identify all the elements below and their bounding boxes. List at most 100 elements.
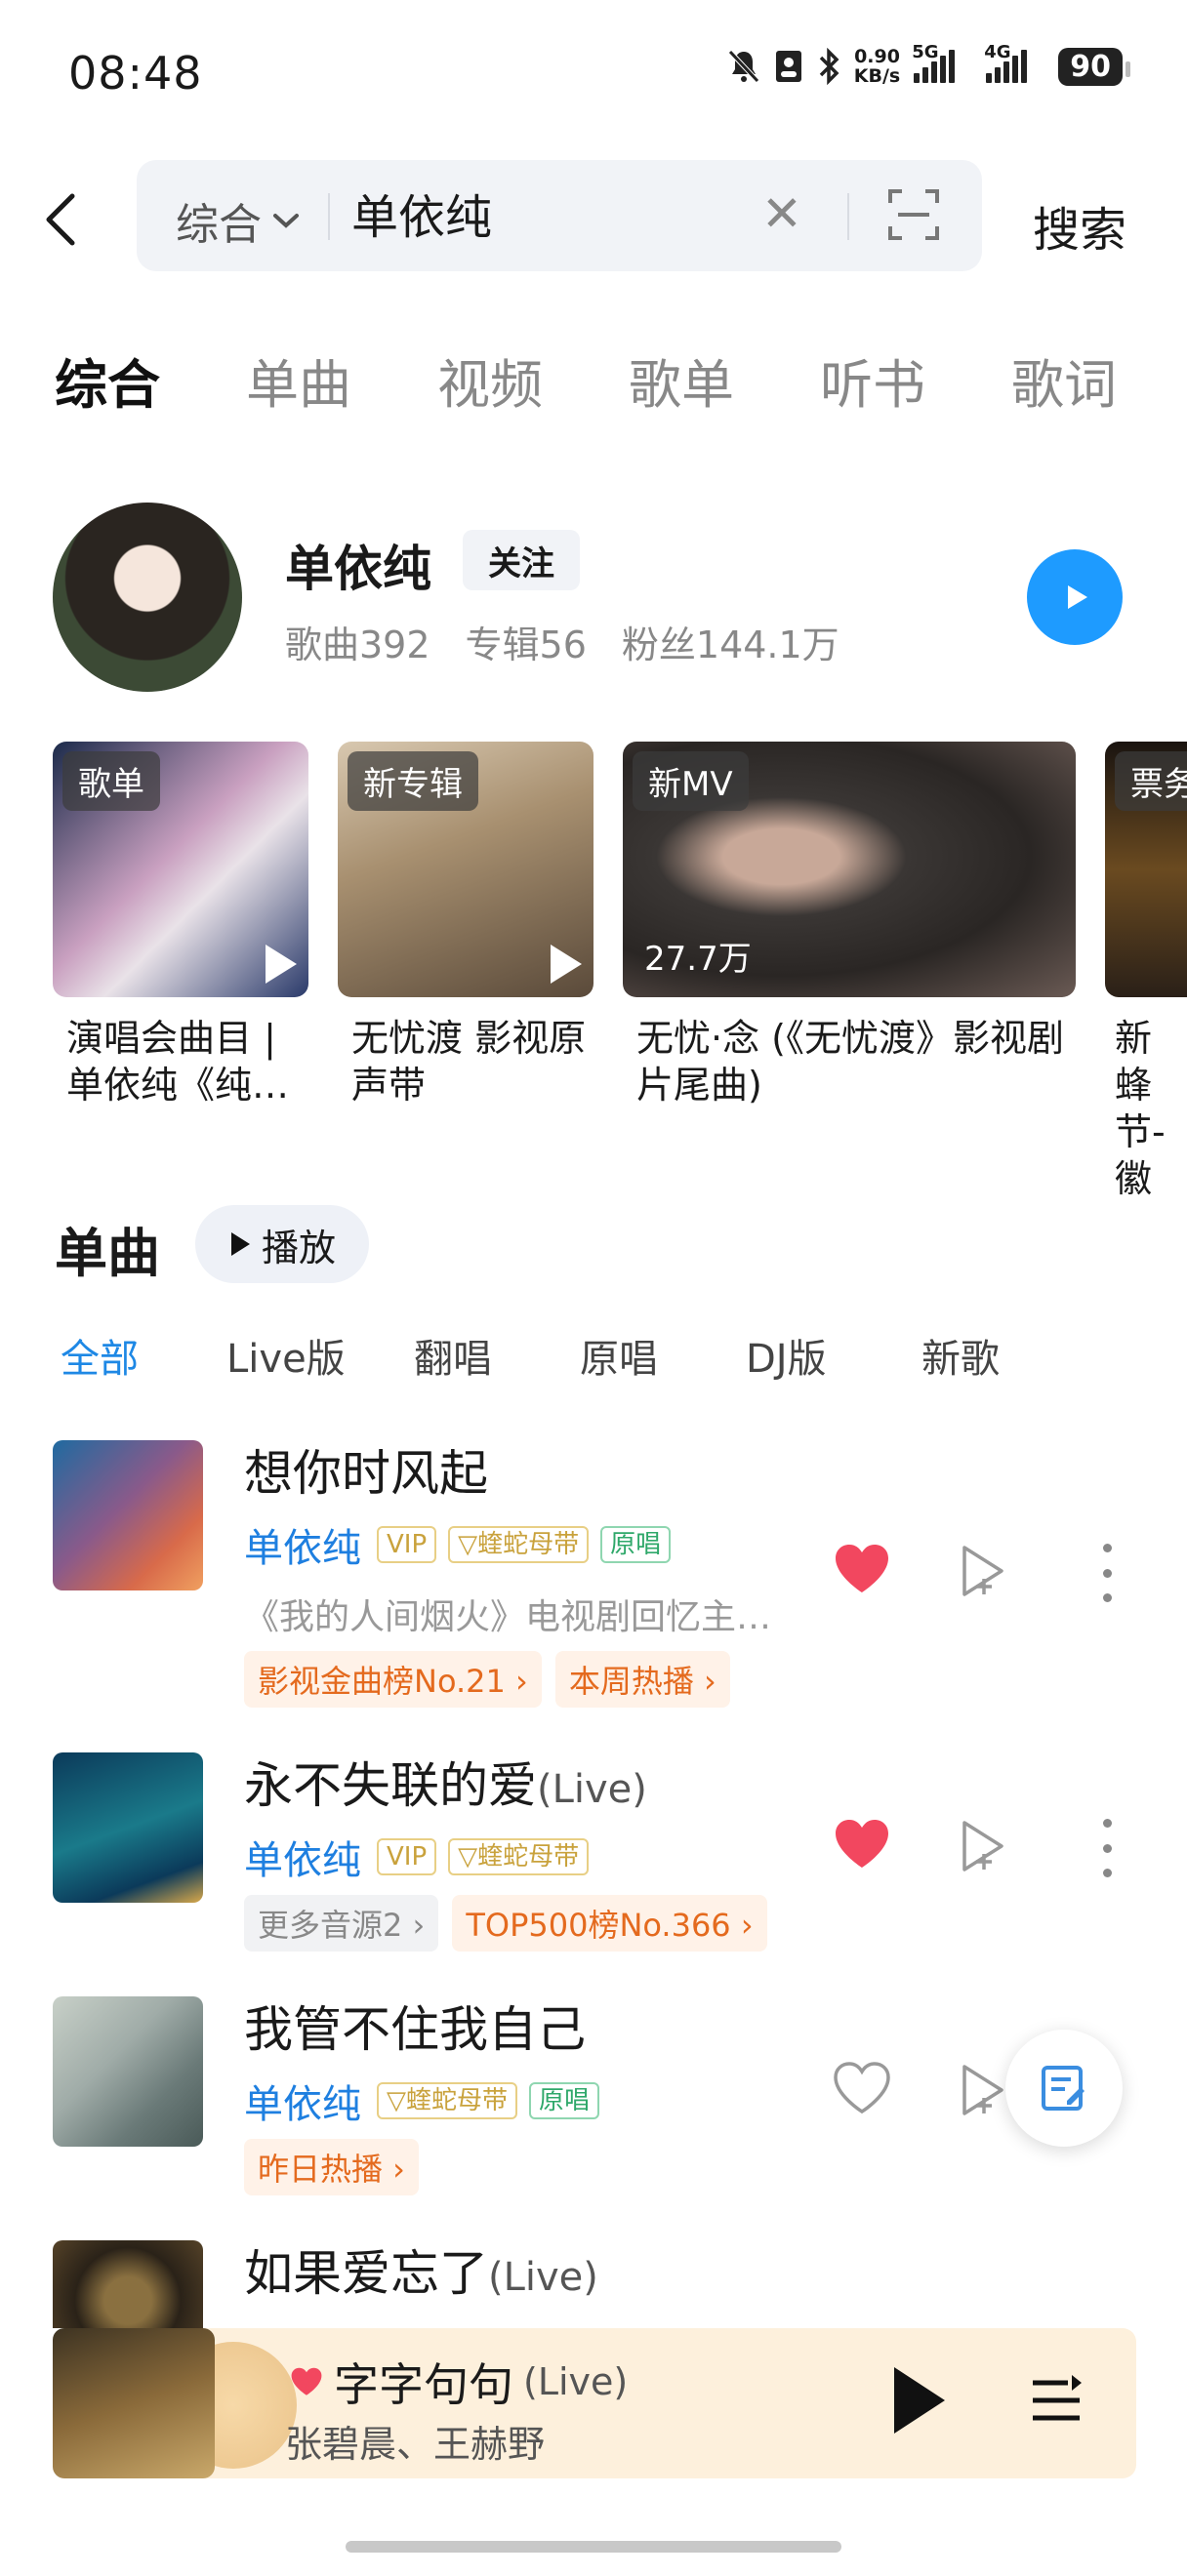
search-button[interactable]: 搜索 xyxy=(1033,191,1126,260)
master-tape-badge: ▽蝰蛇母带 xyxy=(448,1526,590,1563)
hot-chip[interactable]: 昨日热播 › xyxy=(244,2139,419,2195)
song-filters: 全部 Live版 翻唱 原唱 DJ版 新歌 xyxy=(61,1327,1000,1384)
artist-play-button[interactable] xyxy=(1027,549,1123,645)
mute-bell-icon xyxy=(727,50,759,83)
player-cover[interactable] xyxy=(53,2328,215,2478)
edit-note-button[interactable] xyxy=(1005,2030,1123,2147)
song-artist[interactable]: 单依纯 xyxy=(244,1829,361,1885)
card-new-mv[interactable]: 新MV 27.7万 无忧·念 (《无忧渡》影视剧片尾曲) xyxy=(623,742,1076,1108)
song-chips: 影视金曲榜No.21 › 本周热播 › xyxy=(244,1651,730,1708)
tab-audiobooks[interactable]: 听书 xyxy=(820,342,1011,419)
filter-live[interactable]: Live版 xyxy=(226,1327,414,1384)
original-badge: 原唱 xyxy=(600,1526,672,1563)
artist-name[interactable]: 单依纯 xyxy=(285,530,431,600)
search-box[interactable]: 综合 ✕ xyxy=(137,160,982,271)
card-new-album[interactable]: 新专辑 无忧渡 影视原声带 xyxy=(338,742,601,1108)
add-to-playlist-icon[interactable] xyxy=(959,1819,1009,1873)
play-all-button[interactable]: 播放 xyxy=(195,1205,369,1283)
card-playlist[interactable]: 歌单 演唱会曲目 | 单依纯《纯… xyxy=(53,742,316,1108)
song-chips: 昨日热播 › xyxy=(244,2139,419,2195)
player-artists: 张碧晨、王赫野 xyxy=(285,2423,546,2466)
follow-button[interactable]: 关注 xyxy=(463,530,580,590)
heart-outline-icon[interactable] xyxy=(832,2061,892,2115)
song-cover xyxy=(53,1996,203,2147)
filter-original[interactable]: 原唱 xyxy=(580,1327,746,1384)
card-badge: 票务 xyxy=(1115,751,1187,811)
add-to-playlist-icon[interactable] xyxy=(959,1544,1009,1598)
song-row[interactable]: 永不失联的爱(Live) 单依纯 VIP ▽蝰蛇母带 更多音源2 › TOP50… xyxy=(0,1747,1187,1961)
card-tickets[interactable]: 票务 新蜂节-徽 xyxy=(1105,742,1187,1202)
song-title: 如果爱忘了(Live) xyxy=(244,2245,598,2302)
card-thumbnail: 歌单 xyxy=(53,742,308,997)
clear-icon[interactable]: ✕ xyxy=(761,189,802,238)
heart-filled-icon[interactable] xyxy=(832,1817,892,1872)
filter-cover[interactable]: 翻唱 xyxy=(414,1327,580,1384)
tab-lyrics[interactable]: 歌词 xyxy=(1011,342,1187,419)
play-icon xyxy=(551,945,582,984)
song-title: 永不失联的爱(Live) xyxy=(244,1757,647,1814)
divider xyxy=(328,193,330,240)
status-icons: 0.90 KB/s 5G 4G 90 xyxy=(727,42,1130,87)
song-row[interactable]: 想你时风起 单依纯 VIP ▽蝰蛇母带 原唱 《我的人间烟火》电视剧回忆主… 影… xyxy=(0,1434,1187,1717)
filter-dj[interactable]: DJ版 xyxy=(746,1327,921,1384)
card-title: 新蜂节-徽 xyxy=(1115,1017,1166,1200)
rank-chip[interactable]: TOP500榜No.366 › xyxy=(452,1895,767,1952)
more-options-icon[interactable] xyxy=(1097,1819,1117,1877)
signal-5g-icon: 5G xyxy=(912,42,972,83)
song-artist[interactable]: 单依纯 xyxy=(244,1516,361,1573)
artist-album-count: 专辑56 xyxy=(465,624,587,666)
song-chips: 更多音源2 › TOP500榜No.366 › xyxy=(244,1895,767,1952)
song-description: 《我的人间烟火》电视剧回忆主… xyxy=(244,1597,772,1637)
playlist-icon[interactable] xyxy=(1027,2371,1085,2430)
artist-song-count: 歌曲392 xyxy=(285,624,430,666)
scan-icon[interactable] xyxy=(886,187,941,242)
back-arrow-icon[interactable] xyxy=(39,190,82,249)
original-badge: 原唱 xyxy=(529,2082,600,2119)
more-sources-chip[interactable]: 更多音源2 › xyxy=(244,1895,439,1952)
more-options-icon[interactable] xyxy=(1097,1544,1117,1602)
vip-badge: VIP xyxy=(377,1838,437,1875)
filter-new[interactable]: 新歌 xyxy=(921,1327,1000,1384)
play-icon xyxy=(266,945,297,984)
divider xyxy=(847,193,849,240)
song-meta: 单依纯 VIP ▽蝰蛇母带 xyxy=(244,1829,590,1885)
song-title: 想你时风起 xyxy=(244,1445,488,1502)
status-time: 08:48 xyxy=(68,47,203,100)
card-thumbnail: 票务 xyxy=(1105,742,1187,997)
artist-fan-count: 粉丝144.1万 xyxy=(621,624,839,666)
net-speed: 0.90 KB/s xyxy=(853,46,901,87)
player-play-icon[interactable] xyxy=(894,2367,945,2434)
rank-chip[interactable]: 影视金曲榜No.21 › xyxy=(244,1651,542,1708)
mini-player[interactable]: 字字句句 (Live) 张碧晨、王赫野 xyxy=(53,2328,1136,2478)
heart-filled-icon[interactable] xyxy=(832,1542,892,1596)
tab-all[interactable]: 综合 xyxy=(55,342,246,419)
song-artist[interactable]: 单依纯 xyxy=(244,2073,361,2129)
song-cover xyxy=(53,1440,203,1590)
search-scope-dropdown[interactable]: 综合 xyxy=(176,189,301,252)
artist-stats: 歌曲392 专辑56 粉丝144.1万 xyxy=(285,615,839,668)
song-title: 我管不住我自己 xyxy=(244,2001,586,2058)
master-tape-badge: ▽蝰蛇母带 xyxy=(448,1838,590,1875)
tab-singles[interactable]: 单曲 xyxy=(246,342,437,419)
song-row[interactable]: 如果爱忘了(Live) xyxy=(0,2234,1187,2328)
hot-chip[interactable]: 本周热播 › xyxy=(554,1651,730,1708)
heart-filled-icon[interactable] xyxy=(289,2366,324,2397)
card-title: 无忧渡 影视原声带 xyxy=(351,1017,587,1107)
home-indicator[interactable] xyxy=(346,2541,841,2553)
tab-playlists[interactable]: 歌单 xyxy=(629,342,820,419)
signal-4g-icon: 4G xyxy=(984,42,1044,83)
section-title: 单曲 xyxy=(55,1223,160,1284)
card-thumbnail: 新专辑 xyxy=(338,742,594,997)
card-title: 演唱会曲目 | 单依纯《纯… xyxy=(66,1017,290,1107)
card-title: 无忧·念 (《无忧渡》影视剧片尾曲) xyxy=(636,1017,1064,1107)
vip-badge: VIP xyxy=(377,1526,437,1563)
tab-videos[interactable]: 视频 xyxy=(437,342,629,419)
add-to-playlist-icon[interactable] xyxy=(959,2063,1009,2117)
artist-avatar[interactable] xyxy=(53,503,242,692)
id-card-icon xyxy=(775,51,801,82)
filter-all[interactable]: 全部 xyxy=(61,1327,226,1384)
result-tabs: 综合 单曲 视频 歌单 听书 歌词 xyxy=(55,342,1187,419)
search-input[interactable] xyxy=(351,185,722,240)
card-badge: 新专辑 xyxy=(348,751,478,811)
song-meta: 单依纯 ▽蝰蛇母带 原唱 xyxy=(244,2073,600,2129)
